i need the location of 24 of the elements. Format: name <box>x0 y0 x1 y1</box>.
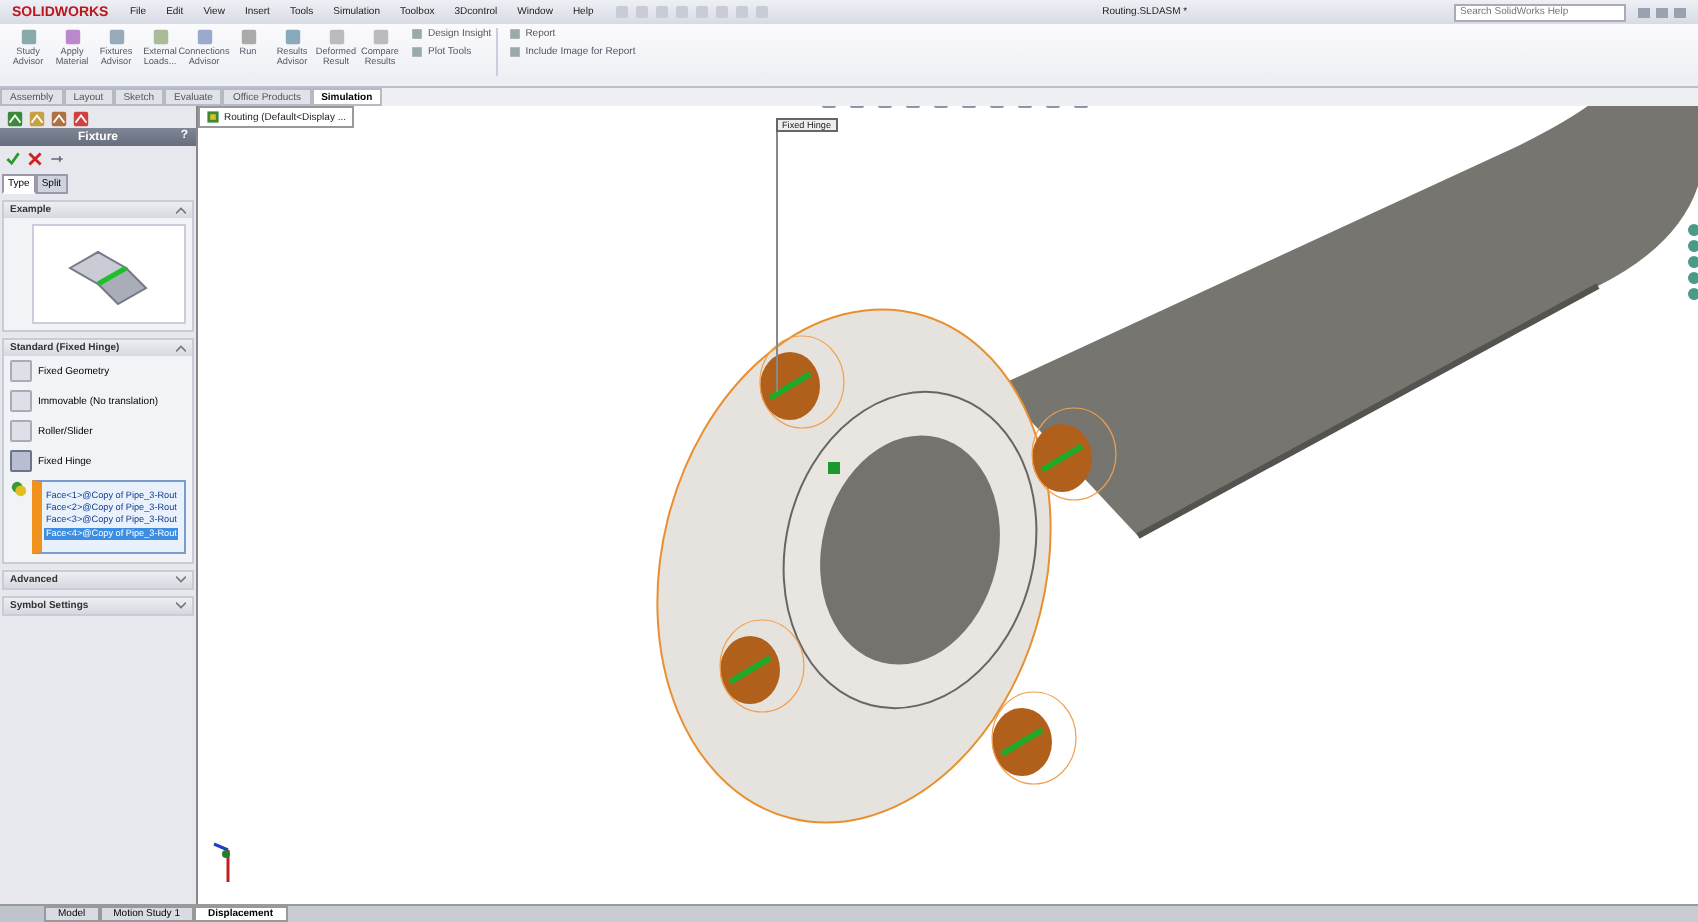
assembly-icon <box>206 110 220 124</box>
tool-icon <box>195 28 213 46</box>
expand-icon <box>176 575 186 584</box>
faces-icon <box>10 480 28 498</box>
tool-icon <box>63 28 81 46</box>
tool-icon <box>107 28 125 46</box>
manager-tab-icon <box>50 110 68 128</box>
tool-icon <box>239 28 257 46</box>
tool-icon <box>151 28 169 46</box>
restore-icon[interactable] <box>1656 7 1668 17</box>
tool-icon <box>19 28 37 46</box>
tool-icon <box>327 28 345 46</box>
manager-tab-icon <box>28 110 46 128</box>
tool-icon <box>283 28 301 46</box>
checkmark-icon[interactable] <box>6 151 20 165</box>
close-icon[interactable] <box>1674 7 1686 17</box>
close-icon[interactable] <box>28 151 42 165</box>
manager-tab-icon <box>72 110 90 128</box>
tool-icon <box>371 28 389 46</box>
collapse-icon <box>176 206 186 214</box>
collapse-icon <box>176 344 186 352</box>
expand-icon <box>176 601 186 610</box>
manager-tab-icon <box>6 110 24 128</box>
minimize-icon[interactable] <box>1638 7 1650 17</box>
